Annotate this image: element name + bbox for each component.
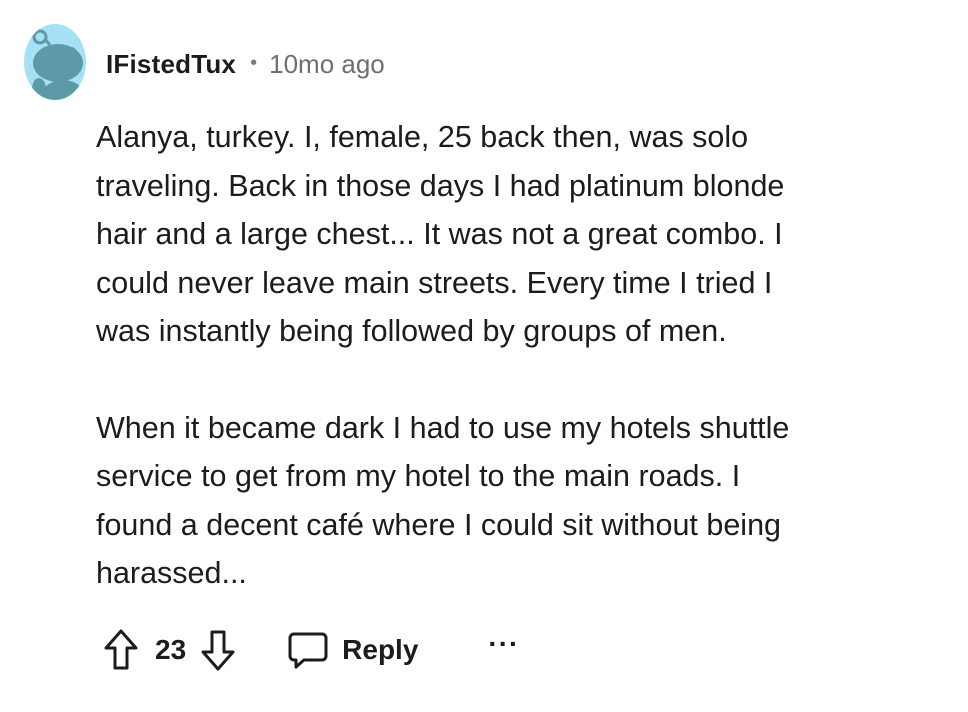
speech-bubble-icon [288,632,328,669]
downvote-button[interactable] [200,628,236,672]
comment-line: was instantly being followed by groups o… [96,314,727,348]
reply-button[interactable]: Reply [288,630,418,670]
snoo-avatar-icon [24,24,86,100]
comment-timestamp[interactable]: 10mo ago [269,49,385,80]
comment-line: harassed... [96,556,247,590]
comment-line: When it became dark I had to use my hote… [96,410,790,445]
ellipsis-icon: ··· [488,628,520,659]
comment-line: could never leave main streets. Every ti… [96,265,773,300]
comment-line: service to get from my hotel to the main… [96,459,741,493]
comment-line: hair and a large chest... It was not a g… [96,217,783,251]
comment-line: found a decent café where I could sit wi… [96,507,781,542]
more-options-button[interactable]: ··· [488,628,519,660]
vote-score: 23 [155,634,187,665]
comment-line: traveling. Back in those days I had plat… [96,168,785,203]
arrow-up-icon [104,629,138,670]
username-link[interactable]: IFistedTux [106,49,236,80]
comment-body: Alanya, turkey. I, female, 25 back then,… [96,113,946,598]
avatar[interactable] [23,23,87,101]
comment-line: Alanya, turkey. I, female, 25 back then,… [96,120,749,154]
reply-label: Reply [342,634,419,665]
arrow-down-icon [201,630,235,671]
comment-action-bar: 23 Reply ··· [103,622,519,678]
upvote-button[interactable] [103,628,139,672]
meta-separator: • [250,51,258,74]
comment-header: IFistedTux • 10mo ago [106,46,385,82]
